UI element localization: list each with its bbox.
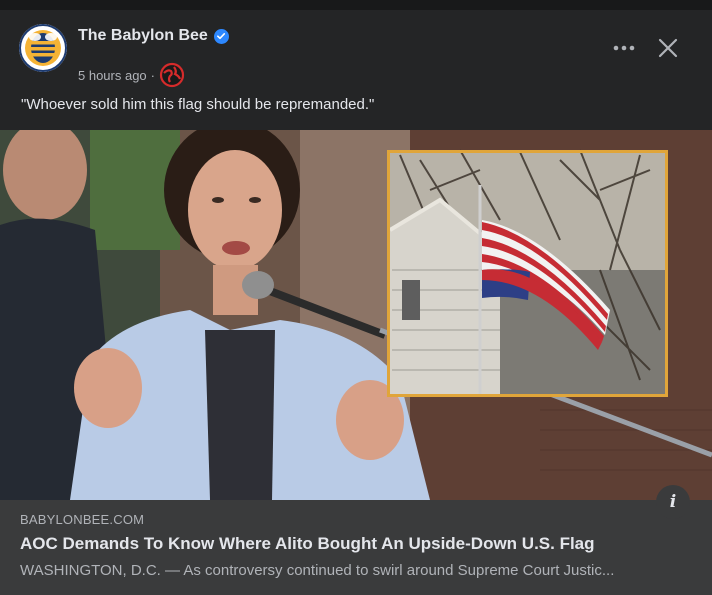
close-icon — [658, 38, 678, 58]
page-name-text[interactable]: The Babylon Bee — [78, 27, 208, 45]
post-card: The Babylon Bee 5 hours ago · "Whoever s… — [0, 0, 712, 595]
info-button[interactable]: i — [656, 485, 690, 519]
verified-badge-icon — [213, 28, 229, 44]
link-domain[interactable]: BABYLONBEE.COM — [20, 512, 144, 527]
post-image[interactable] — [0, 130, 712, 500]
post-image-illustration — [0, 130, 712, 500]
post-caption: "Whoever sold him this flag should be re… — [21, 96, 375, 113]
info-icon: i — [669, 492, 677, 512]
post-meta: 5 hours ago · — [78, 62, 185, 88]
more-options-button[interactable] — [606, 30, 642, 66]
close-button[interactable] — [650, 30, 686, 66]
more-options-icon — [613, 45, 635, 51]
inset-flag-photo — [387, 149, 668, 397]
page-name[interactable]: The Babylon Bee — [78, 27, 229, 45]
page-avatar[interactable] — [19, 24, 67, 72]
globe-icon[interactable] — [159, 62, 185, 88]
babylon-bee-logo-icon — [19, 24, 67, 72]
meta-separator: · — [150, 67, 156, 83]
link-headline[interactable]: AOC Demands To Know Where Alito Bought A… — [20, 534, 700, 554]
top-divider — [0, 0, 712, 10]
post-timestamp[interactable]: 5 hours ago — [78, 68, 147, 83]
link-description[interactable]: WASHINGTON, D.C. — As controversy contin… — [20, 562, 670, 579]
